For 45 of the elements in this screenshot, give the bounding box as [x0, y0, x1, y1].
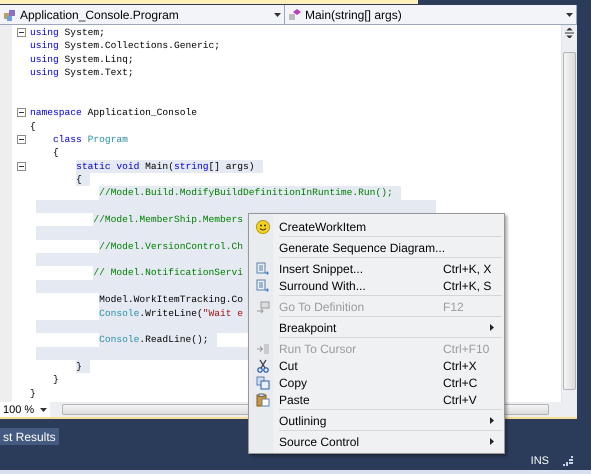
split-icon: [565, 28, 574, 38]
menu-item[interactable]: Breakpoint: [251, 319, 502, 336]
class-icon: [3, 8, 17, 22]
menu-item[interactable]: Cut Ctrl+X: [251, 357, 502, 374]
insert-mode-indicator: INS: [530, 455, 549, 467]
member-dropdown[interactable]: Main(string[] args): [285, 5, 577, 24]
code-line: using System.Collections.Generic;: [30, 39, 221, 53]
menu-item[interactable]: Source Control: [251, 433, 502, 450]
resize-grip-icon[interactable]: [563, 456, 573, 466]
document-arrow-icon: [256, 278, 270, 292]
smiley-icon: [256, 220, 270, 234]
arrow-lines-icon: [256, 342, 270, 356]
collapse-icon[interactable]: [16, 162, 26, 171]
code-line: using System.Linq;: [30, 52, 135, 66]
menu-item[interactable]: Outlining: [251, 412, 502, 429]
collapse-icon[interactable]: [16, 135, 26, 144]
scissors-icon: [257, 358, 269, 372]
code-line: {: [30, 120, 37, 133]
go-to-icon: [256, 300, 270, 314]
copy-icon: [256, 376, 270, 390]
menu-item[interactable]: Surround With... Ctrl+K, S: [251, 277, 502, 294]
zoom-dropdown[interactable]: 100 %: [0, 402, 50, 417]
menu-item[interactable]: Generate Sequence Diagram...: [251, 239, 502, 256]
collapse-icon[interactable]: [16, 108, 26, 118]
menu-item[interactable]: Paste Ctrl+V: [251, 391, 502, 408]
collapse-icon[interactable]: [16, 28, 26, 38]
code-line: {: [53, 146, 60, 160]
clipboard-icon: [256, 392, 270, 406]
code-line: class Program: [53, 132, 129, 146]
document-arrow-icon: [256, 262, 270, 276]
code-line: }: [53, 373, 60, 387]
code-line: namespace Application_Console: [30, 106, 198, 120]
code-line: using System.Text;: [30, 66, 135, 80]
code-line: }: [30, 386, 37, 400]
menu-item[interactable]: Copy Ctrl+C: [251, 374, 502, 391]
caret-icon: [274, 12, 281, 16]
type-dropdown[interactable]: Application_Console.Program: [0, 5, 285, 24]
caret-icon: [40, 408, 47, 412]
menu-item[interactable]: Insert Snippet... Ctrl+K, X: [251, 260, 502, 277]
method-icon: [288, 8, 302, 22]
panel-tab[interactable]: st Results: [0, 428, 59, 445]
vertical-scrollbar[interactable]: [561, 25, 577, 402]
menu-item[interactable]: CreateWorkItem: [251, 218, 502, 235]
code-line: using System;: [30, 26, 106, 40]
caret-icon: [566, 12, 573, 16]
